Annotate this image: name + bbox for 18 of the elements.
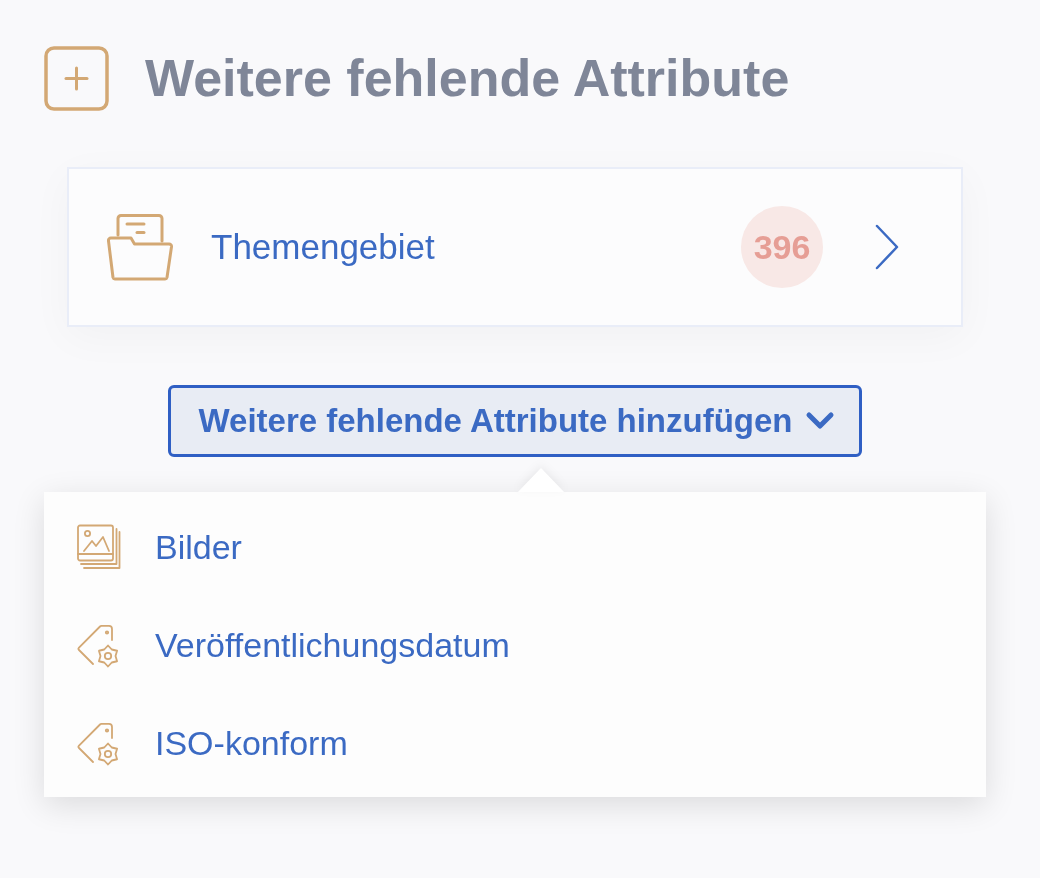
menu-item[interactable]: Veröffentlichungsdatum [44, 596, 986, 694]
tag-gear-icon [77, 720, 121, 766]
count-badge: 396 [741, 206, 823, 288]
attribute-card[interactable]: Themengebiet 396 [67, 167, 963, 327]
menu-item[interactable]: ISO-konform [44, 694, 986, 792]
menu-item-label: ISO-konform [155, 723, 348, 763]
folder-icon [107, 213, 173, 281]
attribute-label: Themengebiet [211, 227, 435, 267]
menu-item[interactable]: Bilder [44, 498, 986, 596]
menu-item-label: Veröffentlichungsdatum [155, 625, 510, 665]
add-square-icon [44, 46, 109, 111]
tag-gear-icon [77, 622, 121, 668]
add-attributes-button[interactable]: Weitere fehlende Attribute hinzufügen [168, 385, 862, 457]
section-title: Weitere fehlende Attribute [145, 49, 790, 108]
images-icon [77, 524, 121, 570]
chevron-down-icon [804, 411, 835, 431]
menu-item-label: Bilder [155, 527, 242, 567]
chevron-right-icon [875, 224, 899, 270]
